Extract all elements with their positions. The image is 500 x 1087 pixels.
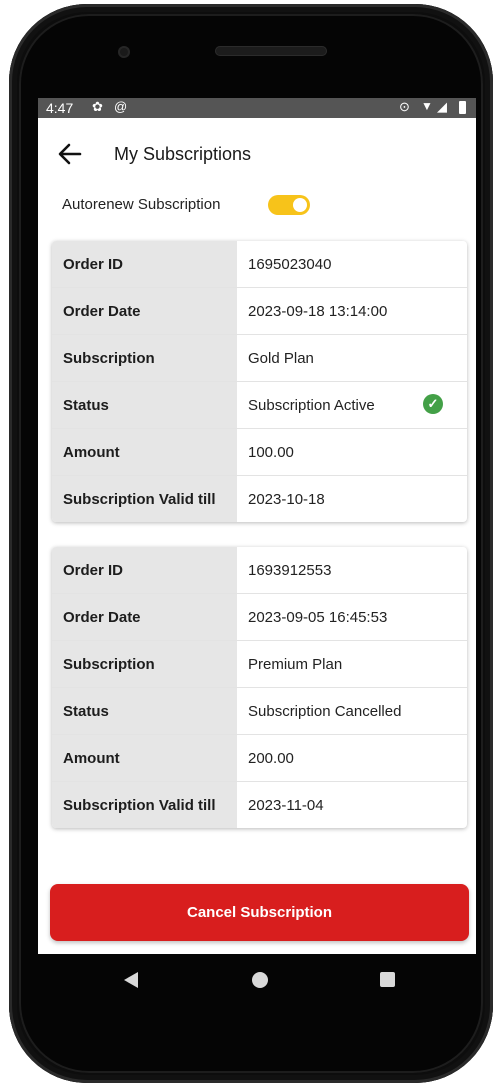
row-key: Subscription Valid till: [63, 491, 216, 508]
row-value: 1695023040: [248, 256, 332, 273]
row-value: 1693912553: [248, 562, 332, 579]
table-row: Order Date 2023-09-05 16:45:53: [52, 594, 467, 641]
earpiece-speaker: [215, 46, 327, 56]
row-value: Premium Plan: [248, 656, 343, 673]
table-row: Order Date 2023-09-18 13:14:00: [52, 288, 467, 335]
toggle-knob: [293, 198, 307, 212]
recents-square-icon[interactable]: [380, 972, 395, 987]
table-row: Order ID 1695023040: [52, 241, 467, 288]
table-row: Amount 200.00: [52, 735, 467, 782]
page-title: My Subscriptions: [114, 144, 252, 164]
autorenew-label: Autorenew Subscription: [62, 196, 221, 213]
row-key: Order Date: [63, 609, 141, 626]
table-row: Status Subscription Cancelled: [52, 688, 467, 735]
home-circle-icon[interactable]: [252, 972, 268, 988]
signal-icon: ◢: [437, 99, 447, 114]
row-key: Status: [63, 397, 109, 414]
wifi-icon: ▼: [421, 99, 433, 113]
row-value: 2023-09-18 13:14:00: [248, 303, 388, 320]
front-camera: [118, 46, 130, 58]
table-row: Status Subscription Active ✓: [52, 382, 467, 429]
app-bar: My Subscriptions: [38, 126, 476, 182]
order-card: Order ID 1693912553 Order Date 2023-09-0…: [52, 547, 467, 828]
order-card: Order ID 1695023040 Order Date 2023-09-1…: [52, 241, 467, 522]
table-row: Subscription Valid till 2023-10-18: [52, 476, 467, 522]
row-value: 2023-09-05 16:45:53: [248, 609, 388, 626]
row-value: 200.00: [248, 750, 294, 767]
row-value: Gold Plan: [248, 350, 314, 367]
row-key: Order ID: [63, 256, 124, 273]
row-key: Subscription Valid till: [63, 797, 216, 814]
status-time: 4:47: [46, 100, 74, 116]
check-circle-icon: ✓: [423, 394, 443, 414]
autorenew-row: Autorenew Subscription: [62, 194, 462, 216]
battery-icon: [459, 101, 466, 114]
row-value: Subscription Cancelled: [248, 703, 402, 720]
table-row: Subscription Valid till 2023-11-04: [52, 782, 467, 828]
row-value: Subscription Active: [248, 397, 375, 414]
row-key: Status: [63, 703, 109, 720]
row-key: Subscription: [63, 350, 155, 367]
autorenew-toggle[interactable]: [268, 195, 310, 215]
row-key: Amount: [63, 444, 120, 461]
table-row: Subscription Premium Plan: [52, 641, 467, 688]
back-triangle-icon[interactable]: [124, 972, 138, 988]
gear-icon: ✿: [92, 99, 103, 114]
row-key: Subscription: [63, 656, 155, 673]
row-value: 2023-11-04: [248, 797, 324, 814]
app-screen: 4:47 ✿ @ ⊙ ▼ ◢ My Subscriptions Autorene…: [38, 98, 476, 954]
table-row: Amount 100.00: [52, 429, 467, 476]
status-bar: 4:47 ✿ @ ⊙ ▼ ◢: [38, 98, 476, 118]
location-icon: ⊙: [399, 99, 410, 114]
row-value: 100.00: [248, 444, 294, 461]
at-sign-icon: @: [114, 99, 128, 114]
row-value: 2023-10-18: [248, 491, 325, 508]
row-key: Order ID: [63, 562, 124, 579]
cancel-subscription-button[interactable]: Cancel Subscription: [50, 884, 469, 941]
row-key: Order Date: [63, 303, 141, 320]
table-row: Subscription Gold Plan: [52, 335, 467, 382]
android-nav-bar: [38, 954, 476, 1006]
arrow-left-icon[interactable]: [56, 140, 84, 168]
table-row: Order ID 1693912553: [52, 547, 467, 594]
row-key: Amount: [63, 750, 120, 767]
